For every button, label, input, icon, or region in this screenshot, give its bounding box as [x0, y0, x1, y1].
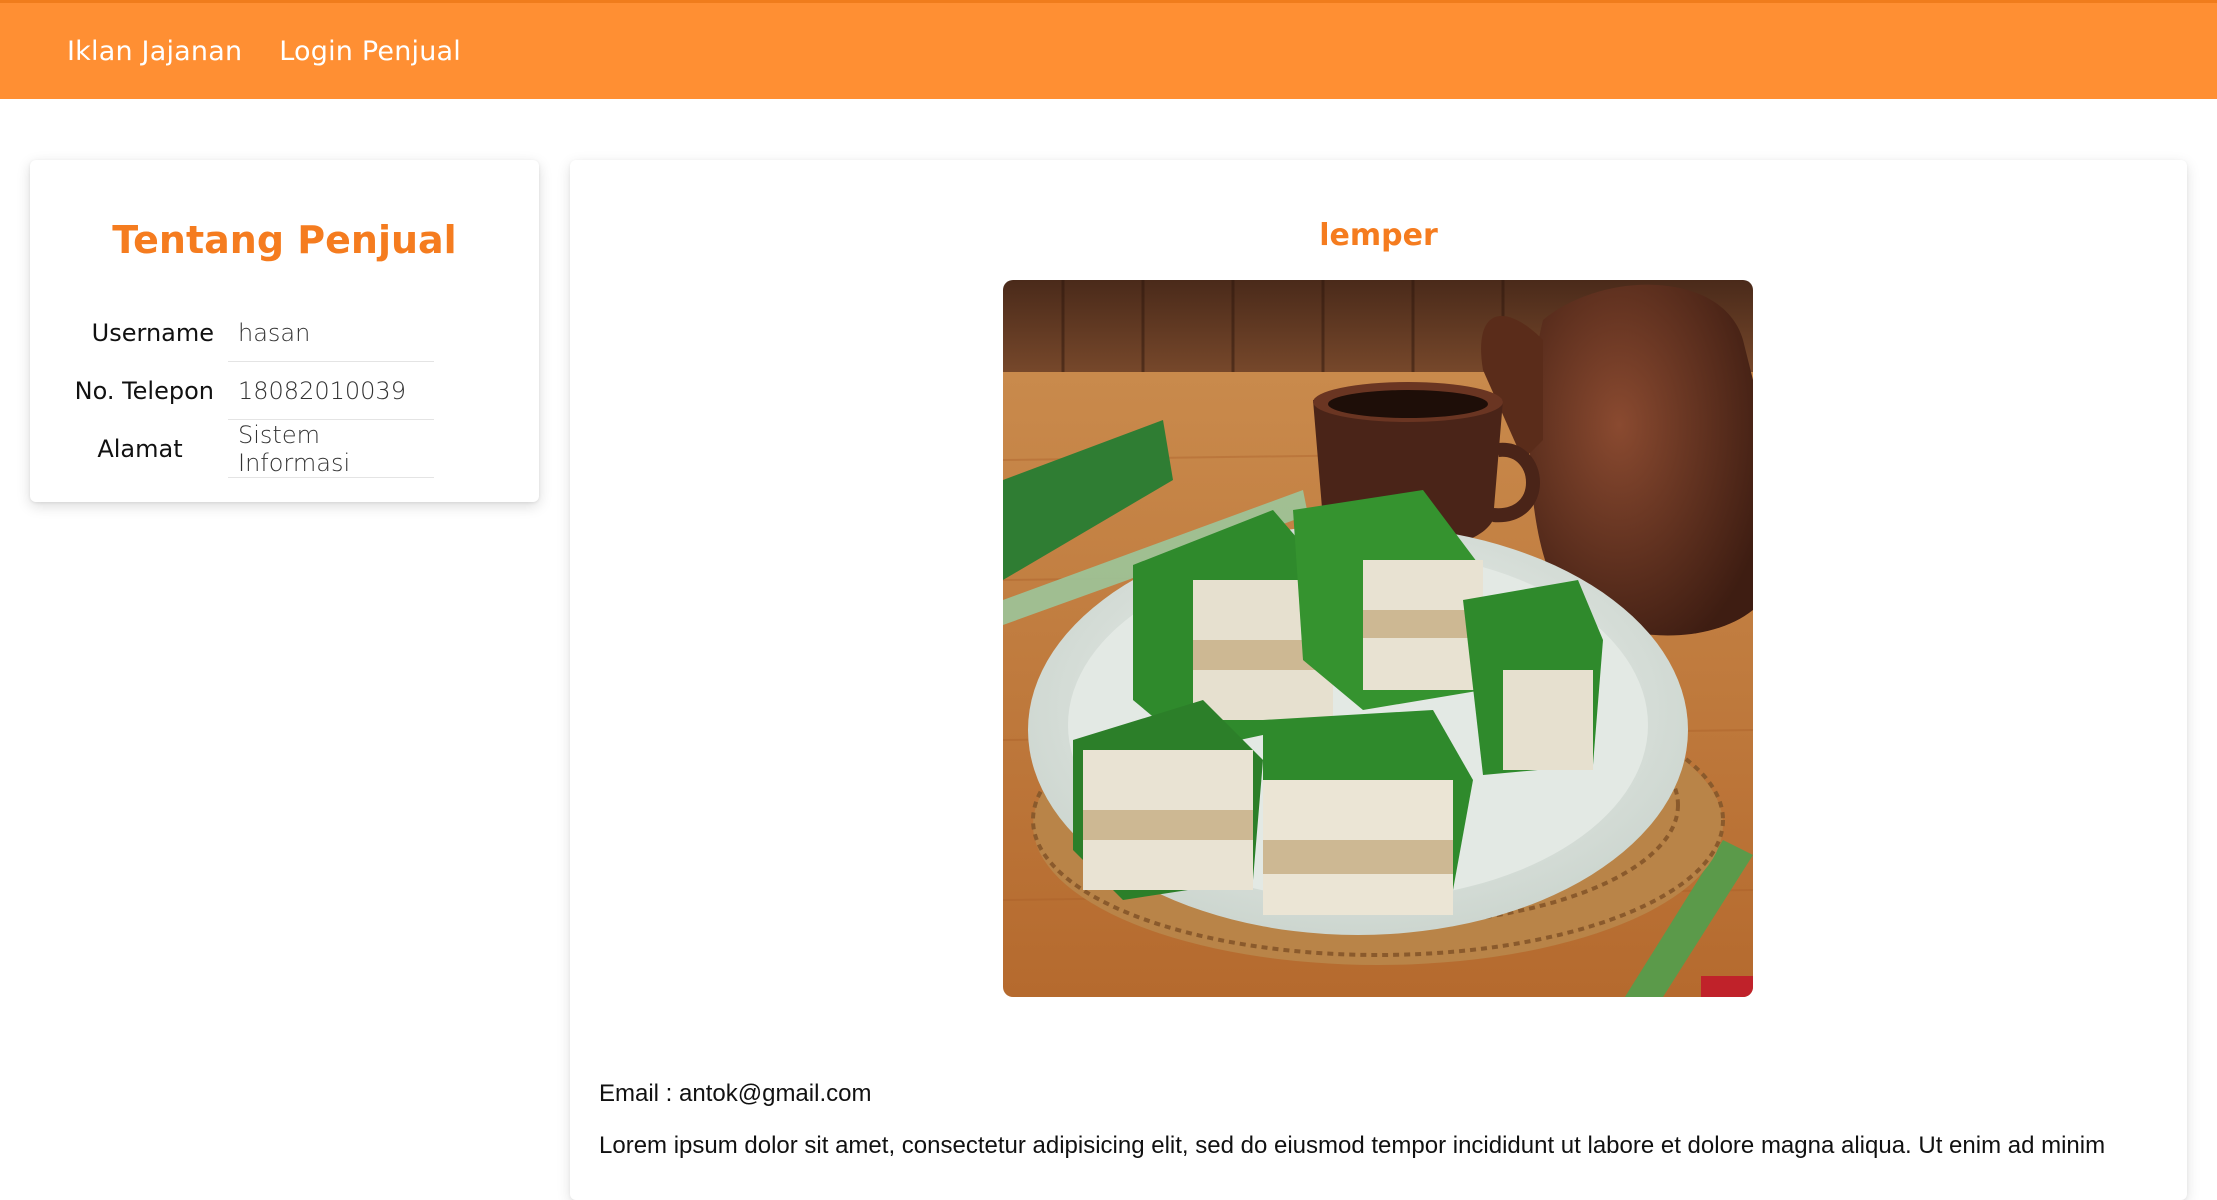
lemper-photo-illustration — [1003, 280, 1753, 997]
username-value: hasan — [228, 304, 434, 362]
seller-email: Email : antok@gmail.com — [599, 1080, 872, 1107]
seller-card-title: Tentang Penjual — [112, 218, 457, 262]
seller-row-username: Username hasan — [60, 304, 434, 362]
nav-link-iklan-jajanan[interactable]: Iklan Jajanan — [67, 36, 242, 67]
seller-info-table: Username hasan No. Telepon 18082010039 A… — [60, 304, 434, 478]
seller-row-phone: No. Telepon 18082010039 — [60, 362, 434, 420]
product-detail-card: lemper Email: antok@gmail.com Lorem ips… — [570, 160, 2187, 1200]
product-image — [1003, 280, 1753, 997]
product-description: Lorem ipsum dolor sit amet, consectetur … — [599, 1132, 2106, 1159]
username-label: Username — [91, 319, 214, 347]
seller-info-card: Tentang Penjual Username hasan No. Telep… — [30, 160, 539, 502]
address-value: Sistem Informasi — [228, 420, 434, 478]
phone-value: 18082010039 — [228, 362, 434, 420]
phone-label: No. Telepon — [74, 377, 214, 405]
top-navbar: Iklan Jajanan Login Penjual — [0, 0, 2217, 99]
product-name: lemper — [1319, 218, 1438, 253]
nav-link-login-penjual[interactable]: Login Penjual — [279, 36, 461, 67]
address-label: Alamat — [97, 435, 183, 463]
seller-row-address: Alamat Sistem Informasi — [60, 420, 434, 478]
